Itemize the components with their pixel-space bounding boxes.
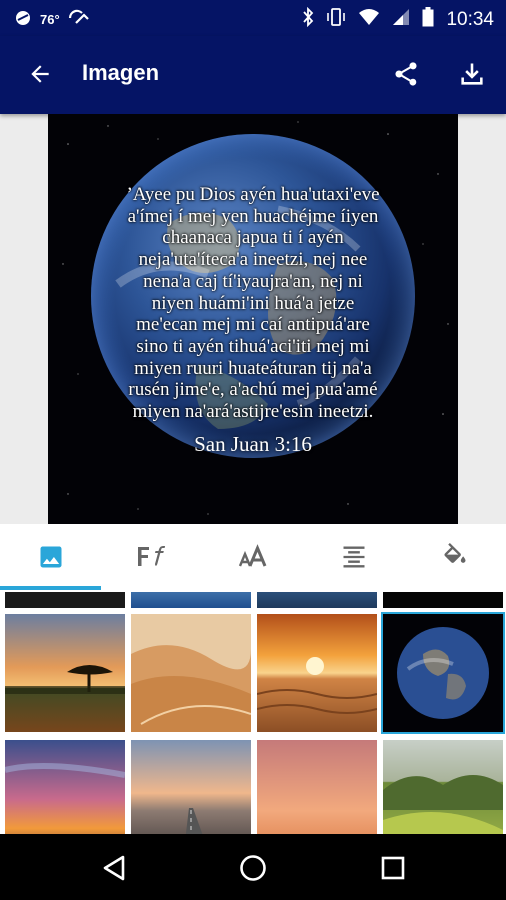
verse-line: niyen huámi'ini huá'a jetze bbox=[151, 292, 355, 314]
gallery-thumbnail[interactable] bbox=[131, 740, 251, 834]
tab-fill-color[interactable] bbox=[404, 524, 505, 590]
verse-line: nena'a caj tí'iyaujra'an, nej ni bbox=[143, 270, 363, 292]
font-size-icon bbox=[238, 544, 266, 567]
app-bar: Imagen bbox=[0, 36, 506, 114]
download-icon bbox=[461, 63, 483, 85]
font-family-icon bbox=[137, 546, 165, 566]
signal-icon bbox=[392, 8, 410, 31]
gallery-thumbnail[interactable] bbox=[5, 614, 125, 732]
verse-line: me'ecan mej mi caí antipuá'are bbox=[136, 314, 370, 336]
verse-reference: San Juan 3:16 bbox=[194, 432, 312, 456]
verse-line: miyen na'ará'astijre'esin ineetzi. bbox=[132, 401, 374, 423]
background-gallery bbox=[0, 590, 506, 834]
text-align-center-icon bbox=[343, 546, 364, 568]
tab-font-family[interactable] bbox=[101, 524, 202, 590]
gallery-thumbnail[interactable] bbox=[131, 592, 251, 608]
image-preview: ʼAyee pu Dios ayén hua'utaxi'eve a'ímej … bbox=[48, 114, 458, 524]
arrow-back-icon bbox=[31, 65, 49, 83]
system-nav-bar bbox=[0, 834, 506, 900]
bluetooth-icon bbox=[302, 6, 314, 32]
share-icon bbox=[395, 62, 417, 86]
gallery-thumbnail[interactable] bbox=[5, 592, 125, 608]
tab-image[interactable] bbox=[0, 524, 101, 590]
verse-line: a'ímej í mej yen huachéjme íiyen bbox=[127, 205, 379, 227]
tab-font-size[interactable] bbox=[202, 524, 303, 590]
status-bar: 76° 10:34 bbox=[0, 0, 506, 36]
gallery-thumbnail[interactable] bbox=[257, 592, 377, 608]
download-button[interactable] bbox=[454, 56, 490, 92]
gallery-thumbnail[interactable] bbox=[257, 614, 377, 732]
sync-icon bbox=[68, 9, 90, 30]
battery-icon bbox=[422, 7, 434, 32]
nav-home-button[interactable] bbox=[233, 848, 273, 888]
editor-tabs bbox=[0, 524, 506, 591]
nav-home-icon bbox=[240, 855, 266, 881]
verse-line: sino ti ayén tihuá'aci'iti mej mi bbox=[136, 335, 370, 357]
nav-recents-icon bbox=[381, 856, 405, 880]
verse-line: miyen ruuri huateáturan tij na'a bbox=[134, 357, 372, 379]
gallery-thumbnail[interactable] bbox=[5, 740, 125, 834]
nav-recents-button[interactable] bbox=[373, 848, 413, 888]
gallery-thumbnail[interactable] bbox=[257, 740, 377, 834]
image-icon bbox=[40, 546, 61, 568]
gallery-thumbnail-selected[interactable] bbox=[381, 612, 505, 734]
verse-line: ʼAyee pu Dios ayén hua'utaxi'eve bbox=[126, 184, 380, 205]
verse-line: chaanaca japua ti í ayén bbox=[162, 227, 344, 249]
gallery-thumbnail[interactable] bbox=[131, 614, 251, 732]
verse-text: ʼAyee pu Dios ayén hua'utaxi'eve a'ímej … bbox=[72, 184, 434, 423]
nav-back-button[interactable] bbox=[94, 848, 134, 888]
fill-color-icon bbox=[443, 543, 465, 563]
page-title: Imagen bbox=[82, 60, 160, 85]
tab-text-align[interactable] bbox=[303, 524, 404, 590]
verse-line: neja'uta'íteca'a ineetzi, nej nee bbox=[138, 249, 368, 271]
share-button[interactable] bbox=[388, 56, 424, 92]
vibrate-icon bbox=[326, 7, 346, 32]
back-button[interactable] bbox=[22, 56, 58, 92]
nav-back-icon bbox=[103, 855, 125, 881]
clock-text: 10:34 bbox=[446, 8, 494, 30]
temperature-text: 76° bbox=[40, 12, 60, 27]
gallery-thumbnail[interactable] bbox=[383, 740, 503, 834]
verse-line: rusén jime'e, a'achú mej pua'amé bbox=[128, 379, 378, 401]
gallery-thumbnail[interactable] bbox=[383, 592, 503, 608]
app-notification-icon bbox=[14, 9, 32, 30]
wifi-icon bbox=[358, 8, 380, 31]
